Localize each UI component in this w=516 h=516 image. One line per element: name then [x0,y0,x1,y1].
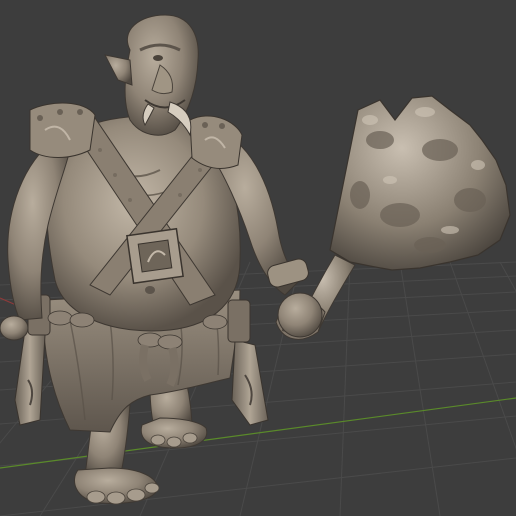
right-dagger [227,299,269,426]
belt-buckle [126,227,184,285]
club-head [329,95,511,271]
3d-viewport[interactable] [0,0,516,516]
right-pauldron [189,115,243,169]
ogre-head [104,14,199,137]
left-pauldron [29,102,96,158]
viewport-canvas[interactable] [0,0,516,516]
